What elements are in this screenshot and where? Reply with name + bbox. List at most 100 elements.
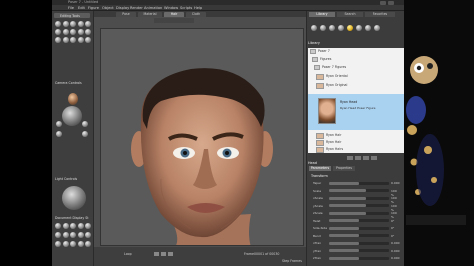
library-action-button[interactable] (347, 156, 353, 160)
param-slider[interactable] (329, 241, 389, 245)
editing-tool-icon[interactable] (55, 37, 61, 43)
display-style-icon[interactable] (70, 223, 76, 229)
editing-tool-icon[interactable] (77, 21, 84, 27)
editing-tool-icon[interactable] (70, 37, 76, 43)
editing-tool-icon[interactable] (55, 21, 61, 27)
editing-tool-icon[interactable] (77, 29, 84, 35)
display-style-icon[interactable] (70, 241, 76, 247)
display-style-icon[interactable] (55, 223, 61, 229)
display-style-icon[interactable] (85, 241, 91, 247)
editing-tool-icon[interactable] (85, 37, 91, 43)
param-row[interactable]: yTran 0.000 (313, 249, 400, 253)
display-style-icon[interactable] (70, 232, 76, 238)
library-category-icon[interactable] (311, 25, 317, 31)
param-slider[interactable] (329, 249, 389, 252)
minimize-button[interactable] (380, 0, 386, 5)
library-action-button[interactable] (371, 156, 377, 160)
tab-search[interactable]: Search (337, 12, 363, 17)
editing-tools-label: Editing Tools (60, 14, 80, 18)
list-item[interactable]: Ryan Oriental (308, 73, 404, 80)
camera-zoom-icon[interactable] (82, 121, 88, 127)
param-row[interactable]: Taper 0.000 (313, 181, 400, 185)
param-slider[interactable] (329, 189, 389, 192)
selected-item-caption: Ryan Head Poser Figure (340, 106, 376, 110)
param-label: xTran (313, 241, 322, 245)
tab-pose[interactable]: Pose (116, 12, 136, 17)
editing-tools-tab[interactable]: Editing Tools (54, 13, 90, 18)
editing-tool-icon[interactable] (77, 37, 84, 43)
camera-pan-icon[interactable] (56, 121, 62, 127)
camera-head-icon[interactable] (68, 93, 78, 105)
list-item[interactable]: Poser 7 (308, 48, 404, 55)
play-button[interactable] (154, 252, 159, 256)
tab-cloth[interactable]: Cloth (186, 12, 206, 17)
param-row[interactable]: xScale 100 % (313, 196, 399, 204)
tab-properties[interactable]: Properties (333, 166, 355, 171)
param-row[interactable]: Side-Side 0° (313, 226, 399, 230)
library-action-button[interactable] (355, 156, 361, 160)
param-row[interactable]: zTran 0.000 (313, 256, 400, 260)
param-row[interactable]: Scale 100 % (313, 189, 399, 197)
tab-favorites[interactable]: Favorites (365, 12, 395, 17)
display-style-icon[interactable] (85, 223, 91, 229)
display-style-icon[interactable] (55, 232, 61, 238)
camera-move-icon[interactable] (56, 131, 62, 137)
display-style-icon[interactable] (62, 241, 69, 247)
list-item[interactable]: Ryan Hair (308, 139, 404, 146)
list-item[interactable]: Poser 7 Figures (308, 64, 404, 71)
list-item[interactable]: Ryan Hairs (308, 146, 404, 153)
editing-tool-icon[interactable] (85, 29, 91, 35)
light-sphere-icon[interactable] (62, 186, 86, 210)
display-style-icon[interactable] (85, 232, 91, 238)
close-button[interactable] (388, 0, 394, 5)
editing-tool-icon[interactable] (55, 29, 61, 35)
library-action-button[interactable] (363, 156, 369, 160)
library-category-icon[interactable] (374, 25, 380, 31)
library-list[interactable]: Poser 7 Figures Poser 7 Figures Ryan Ori… (308, 48, 404, 153)
camera-trackball-icon[interactable] (62, 106, 82, 126)
editing-tool-icon[interactable] (70, 29, 76, 35)
display-style-icon[interactable] (77, 232, 84, 238)
library-category-icon[interactable] (347, 25, 353, 31)
library-category-icon[interactable] (329, 25, 335, 31)
tab-parameters[interactable]: Parameters (309, 166, 331, 171)
param-slider[interactable] (329, 256, 389, 260)
library-category-icon[interactable] (320, 25, 326, 31)
editing-tool-icon[interactable] (62, 37, 69, 43)
display-style-icon[interactable] (62, 232, 69, 238)
param-row[interactable]: xTran 0.000 (313, 241, 400, 245)
display-style-icon[interactable] (62, 223, 69, 229)
selected-list-item[interactable]: Ryan Head Ryan Head Poser Figure (308, 94, 404, 130)
param-slider[interactable] (329, 234, 389, 237)
3d-viewport[interactable] (100, 28, 304, 246)
param-row[interactable]: Twist 0° (313, 219, 399, 223)
param-slider[interactable] (329, 211, 389, 215)
stop-button[interactable] (161, 252, 166, 256)
param-row[interactable]: Bend 0° (313, 234, 399, 238)
list-item[interactable]: Figures (308, 56, 404, 63)
list-item[interactable]: Ryan Hair (308, 132, 404, 139)
tab-hair[interactable]: Hair (164, 12, 184, 17)
param-row[interactable]: zScale 100 % (313, 211, 399, 219)
tab-material[interactable]: Material (138, 12, 162, 17)
param-row[interactable]: yScale 100 % (313, 204, 399, 212)
display-style-icon[interactable] (77, 223, 84, 229)
param-slider[interactable] (329, 204, 389, 207)
display-style-icon[interactable] (55, 241, 61, 247)
param-slider[interactable] (329, 196, 389, 200)
param-slider[interactable] (329, 226, 389, 230)
rewind-button[interactable] (168, 252, 173, 256)
editing-tool-icon[interactable] (62, 29, 69, 35)
display-style-icon[interactable] (77, 241, 84, 247)
library-category-icon[interactable] (338, 25, 344, 31)
editing-tool-icon[interactable] (62, 21, 69, 27)
list-item[interactable]: Ryan Original (308, 82, 404, 89)
library-category-icon[interactable] (356, 25, 362, 31)
editing-tool-icon[interactable] (70, 21, 76, 27)
camera-rotate-icon[interactable] (82, 131, 88, 137)
param-slider[interactable] (329, 181, 389, 185)
tab-library[interactable]: Library (309, 12, 335, 17)
editing-tool-icon[interactable] (85, 21, 91, 27)
param-slider[interactable] (329, 219, 389, 222)
library-category-icon[interactable] (365, 25, 371, 31)
